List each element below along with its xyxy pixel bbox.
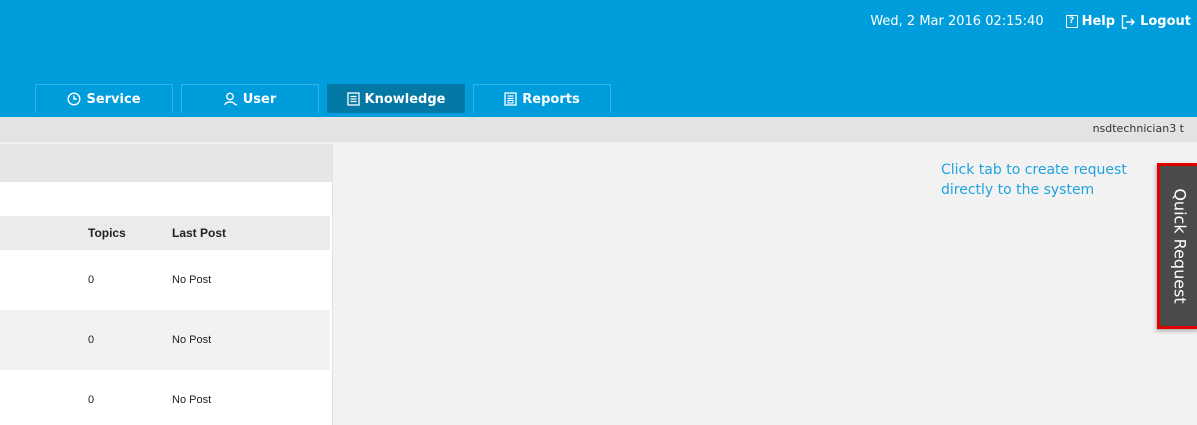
topics-count: 0 bbox=[88, 334, 95, 346]
clock-icon bbox=[67, 92, 81, 106]
logout-label: Logout bbox=[1140, 14, 1191, 29]
logout-link[interactable]: Logout bbox=[1121, 14, 1191, 29]
help-label: Help bbox=[1081, 14, 1116, 29]
header-datetime: Wed, 2 Mar 2016 02:15:40 bbox=[870, 14, 1044, 29]
user-bar: nsdtechnician3 t bbox=[0, 117, 1197, 142]
header-bar: Wed, 2 Mar 2016 02:15:40 ? Help Logout S… bbox=[0, 0, 1197, 117]
quick-request-tab[interactable]: Quick Request bbox=[1157, 163, 1197, 329]
tab-knowledge[interactable]: Knowledge bbox=[327, 84, 465, 113]
last-post: No Post bbox=[172, 334, 212, 346]
panel-header bbox=[0, 144, 332, 182]
tab-label: User bbox=[242, 91, 277, 107]
forum-panel: Topics Last Post 0 No Post 0 No Post 0 N… bbox=[0, 144, 333, 425]
quick-request-label: Quick Request bbox=[1170, 188, 1189, 304]
table-row[interactable]: 0 No Post bbox=[0, 370, 330, 425]
tab-reports[interactable]: Reports bbox=[473, 84, 611, 113]
column-last-post: Last Post bbox=[172, 226, 227, 240]
last-post: No Post bbox=[172, 274, 212, 286]
tab-label: Reports bbox=[522, 91, 580, 107]
main-tabs: Service User Knowledge Reports bbox=[35, 84, 619, 113]
header-info: Wed, 2 Mar 2016 02:15:40 ? Help Logout bbox=[870, 14, 1191, 29]
book-icon bbox=[346, 92, 360, 106]
logout-icon bbox=[1121, 14, 1136, 29]
topics-count: 0 bbox=[88, 394, 95, 406]
table-row[interactable]: 0 No Post bbox=[0, 250, 330, 310]
tab-service[interactable]: Service bbox=[35, 84, 173, 113]
report-icon bbox=[504, 92, 517, 106]
tab-user[interactable]: User bbox=[181, 84, 319, 113]
tab-label: Service bbox=[86, 91, 141, 107]
topics-count: 0 bbox=[88, 274, 95, 286]
username: nsdtechnician3 t bbox=[1092, 122, 1184, 135]
table-row[interactable]: 0 No Post bbox=[0, 310, 330, 370]
last-post: No Post bbox=[172, 394, 212, 406]
column-topics: Topics bbox=[88, 226, 126, 240]
tab-label: Knowledge bbox=[364, 91, 446, 107]
table-header: Topics Last Post bbox=[0, 216, 330, 250]
help-link[interactable]: ? Help bbox=[1065, 14, 1116, 29]
quick-request-hint: Click tab to create request directly to … bbox=[941, 162, 1127, 198]
help-icon: ? bbox=[1065, 15, 1078, 28]
user-icon bbox=[224, 92, 238, 106]
